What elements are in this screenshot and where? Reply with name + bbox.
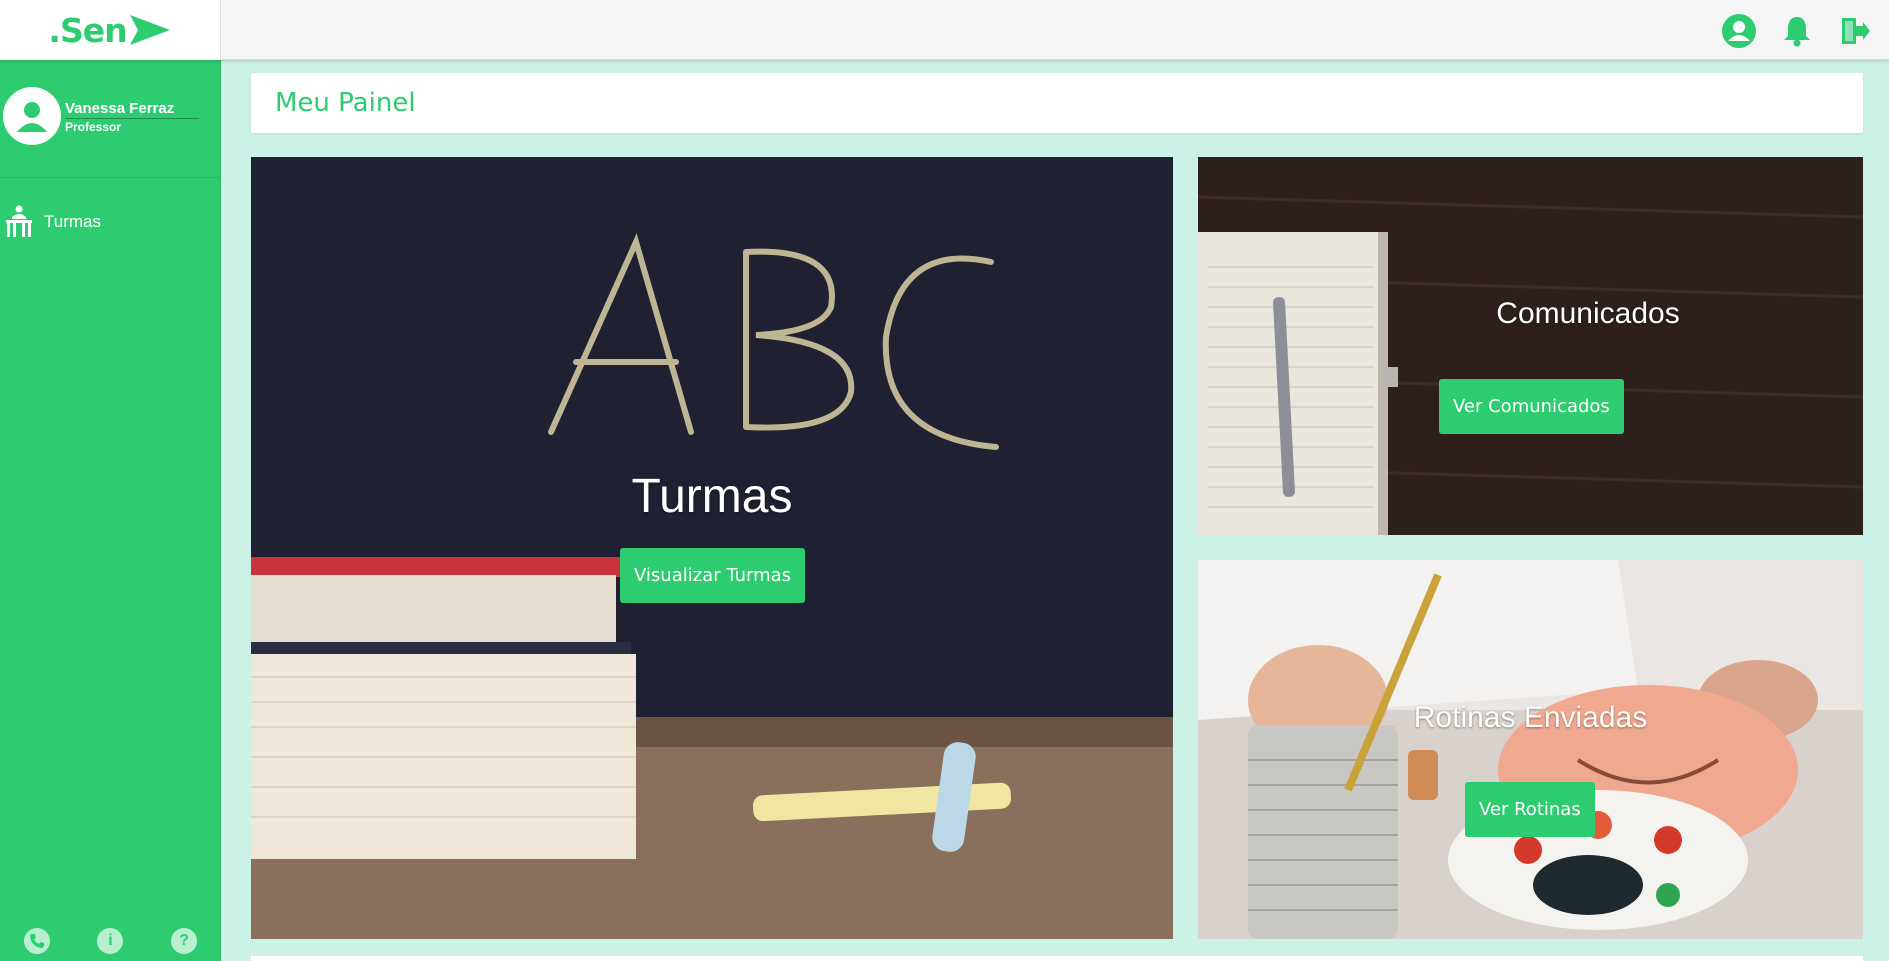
logout-icon[interactable] [1837,13,1873,49]
user-role: Professor [65,120,122,134]
logo-text: .Sen [48,10,127,50]
phone-icon[interactable] [23,928,50,954]
sidebar: Vanessa Ferraz Professor Turmas i ? [0,60,221,961]
page-header: Meu Painel [251,73,1863,133]
classroom-icon [6,205,32,237]
sidebar-footer: i ? [0,921,221,961]
notebook-image [1198,157,1863,535]
rotinas-title: Rotinas Enviadas [1413,701,1648,734]
ver-comunicados-button[interactable]: Ver Comunicados [1439,379,1624,434]
help-icon[interactable]: ? [171,928,198,954]
top-bar: .Sen [0,0,1889,60]
top-icons [1721,13,1873,49]
send-arrow-icon [129,15,170,45]
turmas-card: Turmas Visualizar Turmas [251,157,1173,939]
bell-icon[interactable] [1779,13,1815,49]
info-icon[interactable]: i [97,928,124,954]
user-name: Vanessa Ferraz [65,100,199,119]
user-icon [17,102,47,132]
rotinas-card: Rotinas Enviadas Ver Rotinas [1198,560,1863,939]
avatar[interactable] [3,87,61,145]
bottom-strip [251,956,1863,961]
logo[interactable]: .Sen [0,0,221,60]
sidebar-item-turmas[interactable]: Turmas [4,205,101,239]
comunicados-card: Comunicados Ver Comunicados [1198,157,1863,535]
visualizar-turmas-button[interactable]: Visualizar Turmas [620,548,806,603]
page-title: Meu Painel [275,88,416,118]
turmas-title: Turmas [631,470,793,523]
ver-rotinas-button[interactable]: Ver Rotinas [1465,782,1595,837]
sidebar-item-label: Turmas [44,212,101,231]
user-profile: Vanessa Ferraz Professor [0,60,220,178]
user-icon[interactable] [1721,13,1757,49]
painting-image [1198,560,1863,939]
comunicados-title: Comunicados [1496,297,1680,330]
